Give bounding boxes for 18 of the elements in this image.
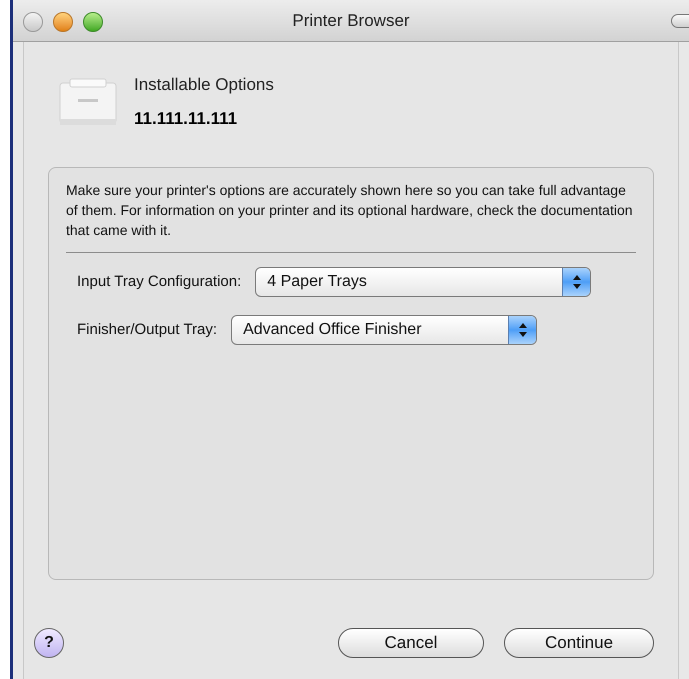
help-button[interactable]: ? [34, 628, 64, 658]
popup-menu[interactable]: 4 Paper Trays [255, 267, 592, 297]
stepper-icon [562, 268, 590, 296]
sheet-title: Installable Options [134, 74, 274, 96]
cancel-button[interactable]: Cancel [338, 628, 484, 658]
option-label: Finisher/Output Tray: [77, 320, 218, 340]
popup-value: 4 Paper Trays [267, 272, 367, 292]
popup-menu[interactable]: Advanced Office Finisher [231, 315, 538, 345]
description-text: Make sure your printer's options are accurately shown here so you can take full advantage of them. For information on your printer and its optional hardware, check the documentation that came with it. [66, 181, 634, 240]
printer-address: 11.111.11.111 [134, 108, 238, 130]
window-title: Printer Browser [292, 10, 410, 32]
close-button[interactable] [23, 12, 43, 32]
option-label: Input Tray Configuration: [77, 272, 242, 292]
minimize-button[interactable] [53, 12, 73, 32]
continue-button[interactable]: Continue [504, 628, 654, 658]
popup-value: Advanced Office Finisher [243, 320, 422, 340]
stepper-icon [508, 316, 536, 344]
zoom-button[interactable] [83, 12, 103, 32]
